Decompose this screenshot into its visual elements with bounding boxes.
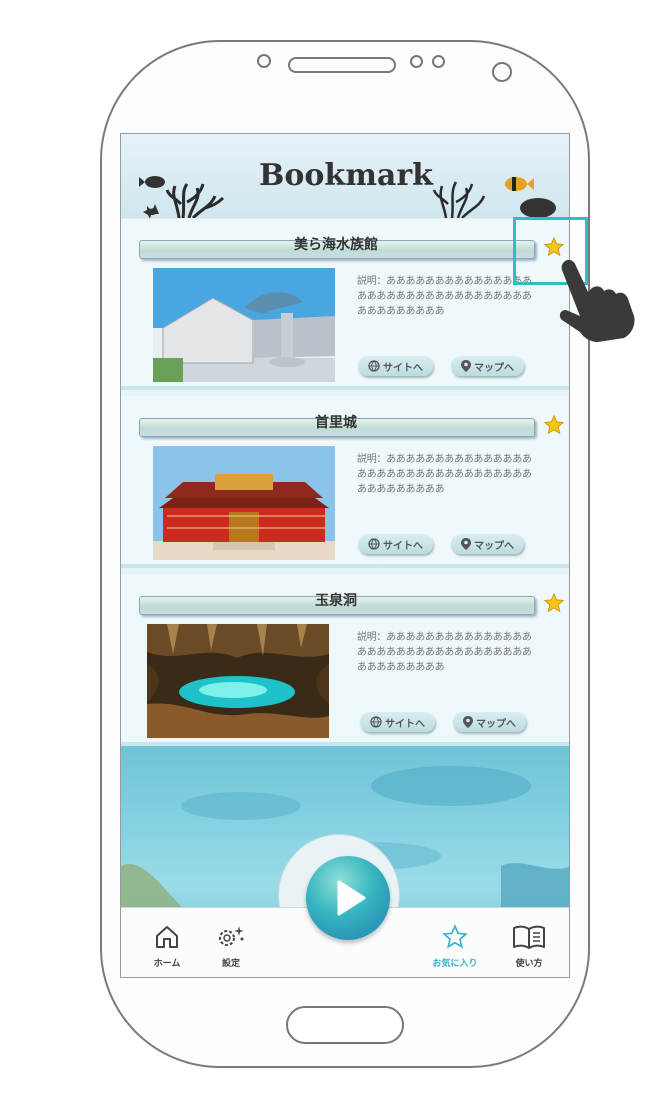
play-icon <box>337 880 366 916</box>
globe-icon <box>368 360 380 372</box>
card-description: 説明：あああああああああああああああああああああああああああああああああああああ… <box>357 276 532 317</box>
app-screen: Bookmark 美ら海水族館 説明：あああああああああああああああああああああ… <box>120 133 570 978</box>
nav-label-howto: 使い方 <box>515 958 543 969</box>
site-button[interactable]: サイトへ <box>358 356 433 376</box>
bookmark-card: 首里城 説明：あああああああああああああああああああああああああああああああああ… <box>121 396 569 568</box>
map-button-label: マップへ <box>474 540 514 552</box>
nav-item-home[interactable]: ホーム <box>137 916 197 976</box>
front-camera <box>492 62 512 82</box>
nav-item-favorites[interactable]: お気に入り <box>425 916 485 976</box>
gyokusendo-cave-photo <box>147 624 329 738</box>
card-title: 首里城 <box>315 415 357 431</box>
site-button[interactable]: サイトへ <box>358 534 433 554</box>
earpiece-speaker <box>288 57 396 73</box>
star-icon <box>543 592 565 613</box>
sensor-dot <box>410 55 423 68</box>
globe-icon <box>370 716 382 728</box>
nav-label-settings: 設定 <box>221 958 240 969</box>
sensor-dot <box>432 55 445 68</box>
site-button-label: サイトへ <box>383 362 423 374</box>
book-icon <box>513 925 545 949</box>
nav-label-home: ホーム <box>153 958 181 969</box>
star-outline-icon <box>442 923 468 948</box>
card-title: 美ら海水族館 <box>294 237 378 253</box>
bookmark-star-button[interactable] <box>543 592 565 614</box>
nav-label-favorites: お気に入り <box>432 958 478 969</box>
shuri-castle-photo <box>153 446 335 560</box>
churaumi-aquarium-photo <box>153 268 335 382</box>
site-button-label: サイトへ <box>385 718 425 730</box>
globe-icon <box>368 538 380 550</box>
nav-item-settings[interactable]: 設定 <box>201 916 261 976</box>
gear-icon <box>219 925 244 946</box>
map-pin-icon <box>463 716 473 728</box>
card-description: 説明：あああああああああああああああああああああああああああああああああああああ… <box>357 454 532 495</box>
nav-item-howto[interactable]: 使い方 <box>499 916 559 976</box>
map-button-label: マップへ <box>476 718 516 730</box>
bookmark-card: 玉泉洞 説明：あああああああああああああああああああああああああああああああああ… <box>121 574 569 746</box>
map-button[interactable]: マップへ <box>451 534 524 554</box>
coral-decoration <box>432 177 556 218</box>
map-pin-icon <box>461 538 471 550</box>
bookmark-card: 美ら海水族館 説明：ああああああああああああああああああああああああああああああ… <box>121 218 569 390</box>
play-button[interactable] <box>306 856 390 940</box>
card-description: 説明：あああああああああああああああああああああああああああああああああああああ… <box>357 632 532 673</box>
site-button-label: サイトへ <box>383 540 423 552</box>
card-title: 玉泉洞 <box>315 593 357 609</box>
home-icon <box>156 925 178 948</box>
map-button-label: マップへ <box>474 362 514 374</box>
hardware-home-button[interactable] <box>286 1006 404 1044</box>
site-button[interactable]: サイトへ <box>360 712 435 732</box>
map-button[interactable]: マップへ <box>451 356 524 376</box>
star-icon <box>543 414 565 435</box>
header-banner: Bookmark <box>121 134 569 219</box>
bookmark-star-button[interactable] <box>543 414 565 436</box>
front-sensor <box>257 54 271 68</box>
pointing-hand-icon <box>559 259 635 342</box>
map-button[interactable]: マップへ <box>453 712 526 732</box>
map-pin-icon <box>461 360 471 372</box>
